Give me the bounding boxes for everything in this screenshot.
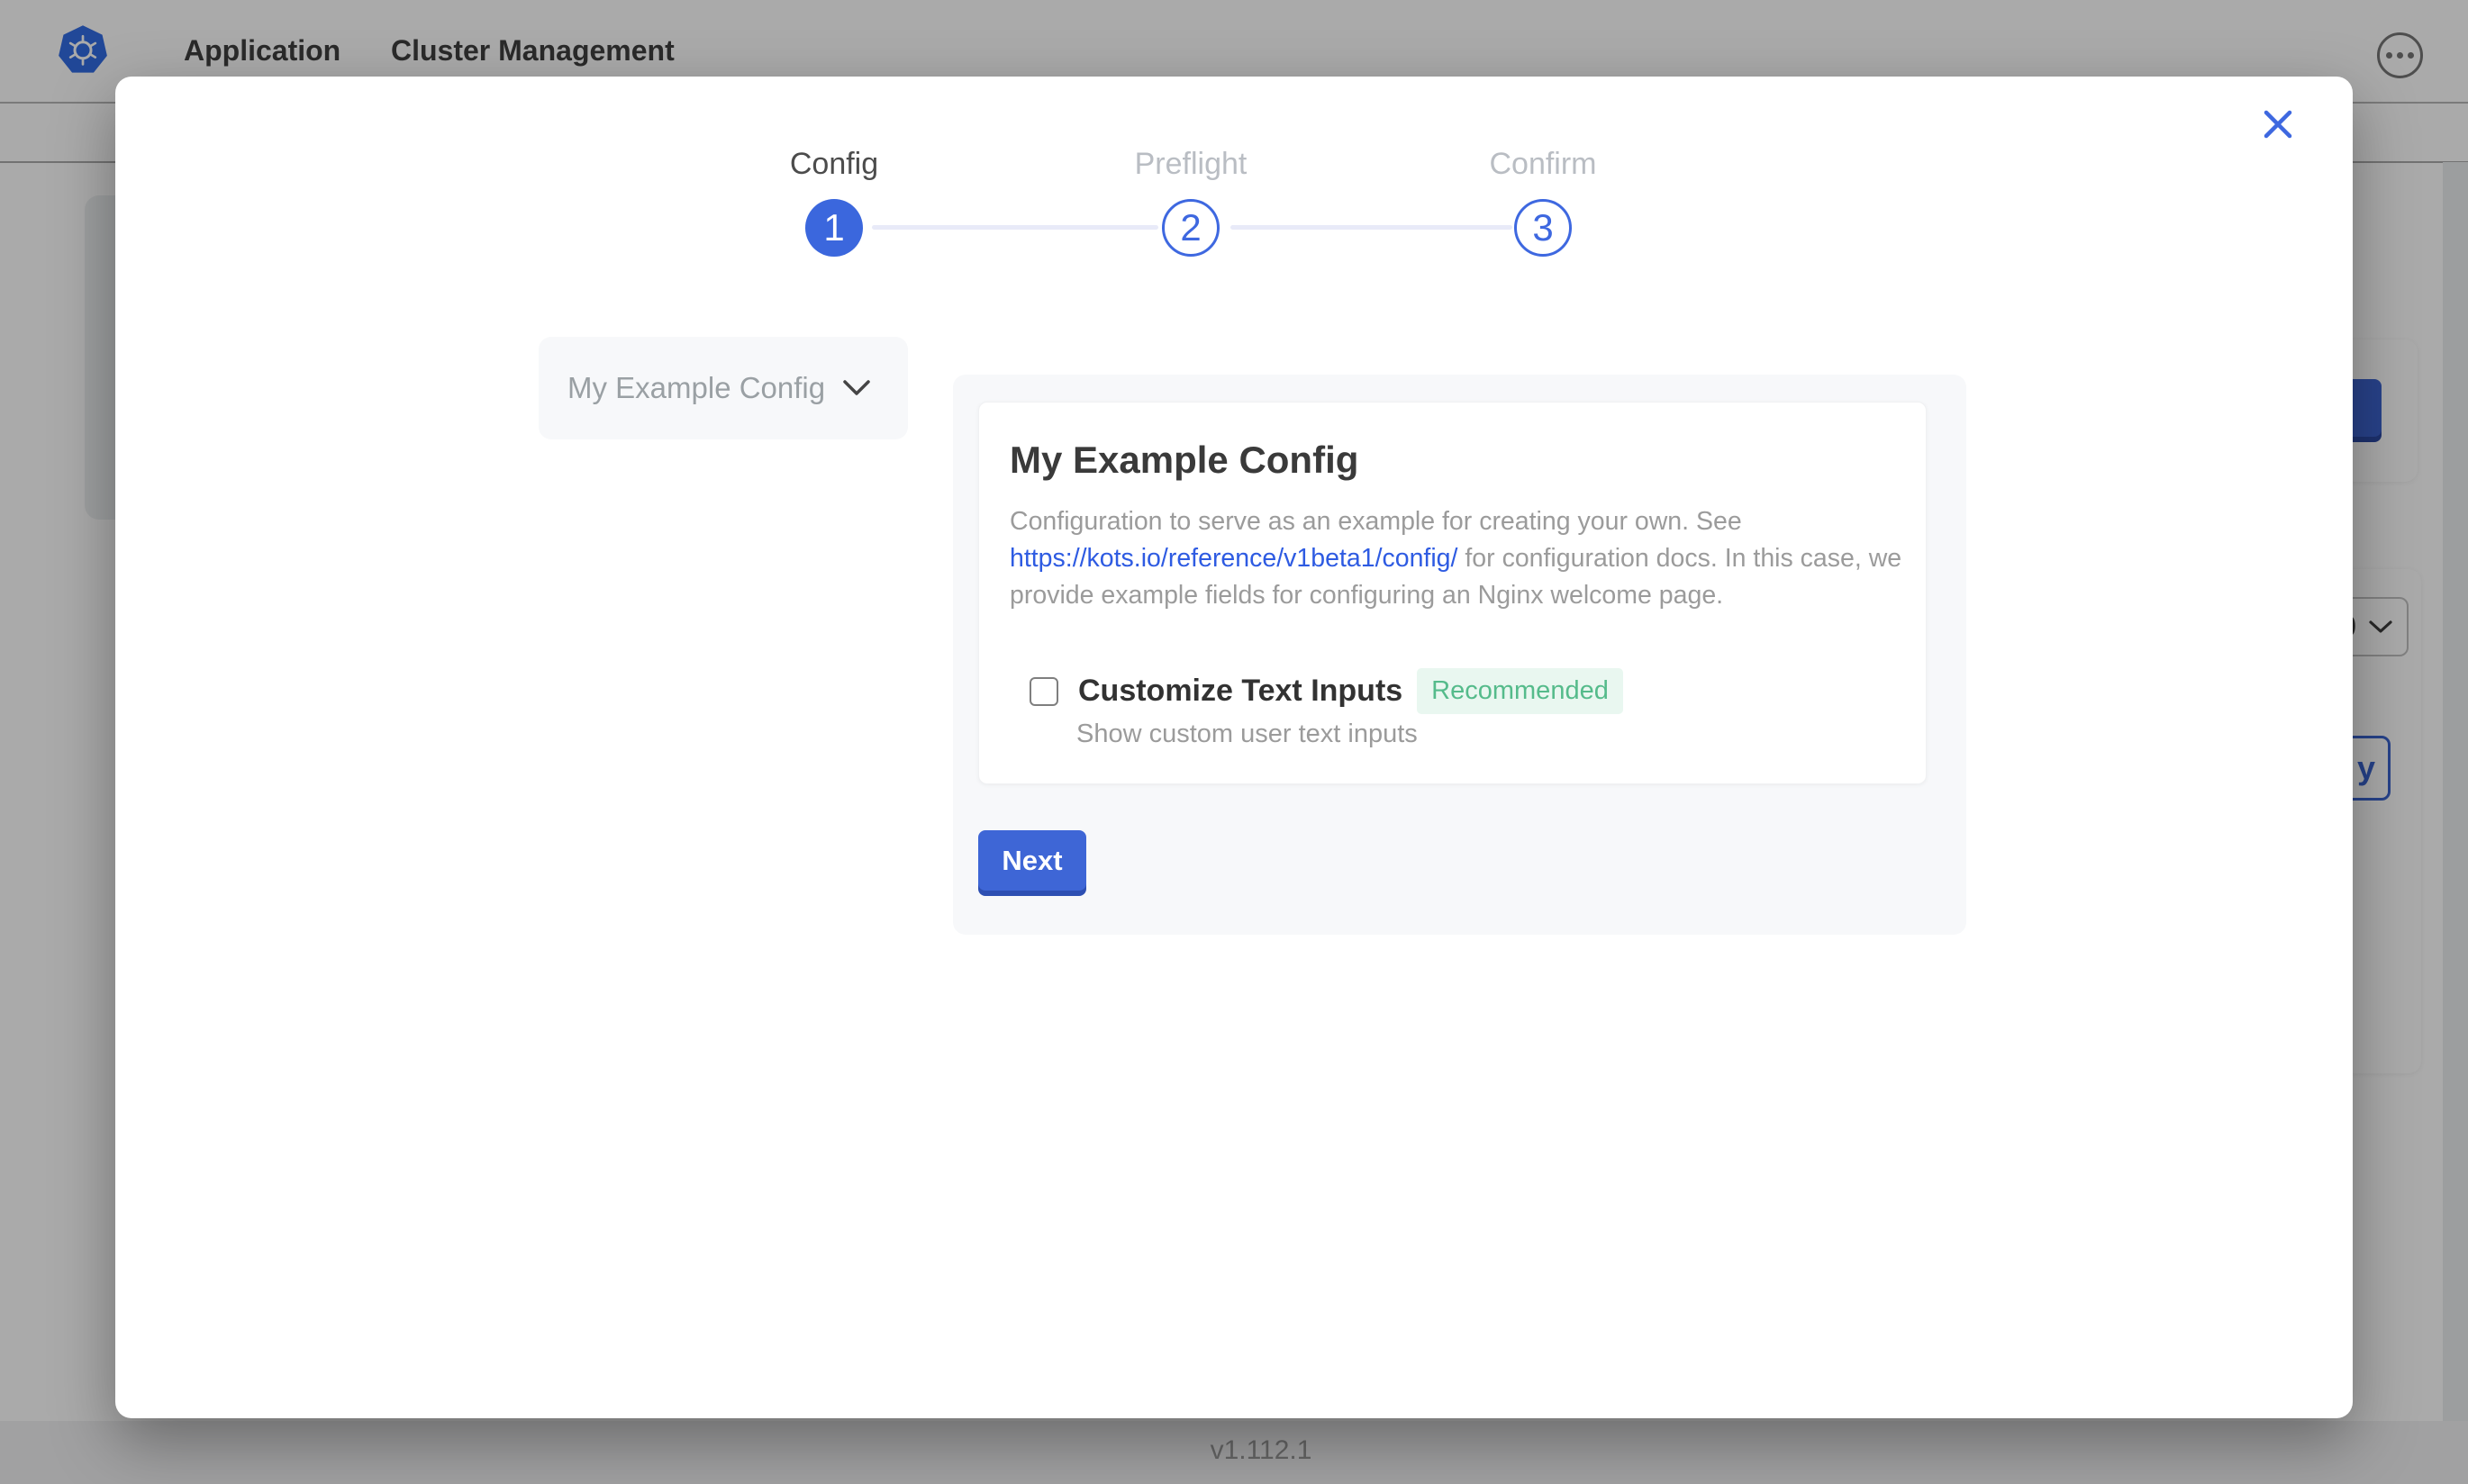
config-group-selector-label: My Example Config xyxy=(567,371,825,405)
step-circle-3: 3 xyxy=(1514,199,1572,257)
config-wizard-modal: Config Preflight Confirm 1 2 3 My Exampl… xyxy=(115,77,2353,1418)
recommended-badge: Recommended xyxy=(1417,668,1623,714)
customize-text-inputs-row: Customize Text Inputs Recommended xyxy=(1030,668,1623,714)
next-button[interactable]: Next xyxy=(978,830,1086,891)
step-label-confirm: Confirm xyxy=(1489,147,1596,182)
config-group-selector[interactable]: My Example Config xyxy=(539,337,908,439)
step-label-config: Config xyxy=(790,147,878,182)
step-connector-2 xyxy=(1230,225,1512,230)
close-icon[interactable] xyxy=(2257,104,2299,145)
config-panel: My Example Config Configuration to serve… xyxy=(953,375,1966,935)
config-docs-link[interactable]: https://kots.io/reference/v1beta1/config… xyxy=(1010,544,1457,573)
description-text: Configuration to serve as an example for… xyxy=(1010,507,1742,536)
checkbox-help-text: Show custom user text inputs xyxy=(1076,719,1418,749)
step-circle-2: 2 xyxy=(1162,199,1220,257)
step-label-preflight: Preflight xyxy=(1135,147,1248,182)
step-connector-1 xyxy=(872,225,1158,230)
config-group-title: My Example Config xyxy=(1010,439,1358,482)
config-group-card: My Example Config Configuration to serve… xyxy=(978,402,1927,784)
chevron-down-icon xyxy=(843,380,870,396)
step-circle-1: 1 xyxy=(805,199,863,257)
kots-admin-console: Application Cluster Management 0 y v1.11… xyxy=(0,0,2468,1484)
customize-text-inputs-checkbox[interactable] xyxy=(1030,677,1058,706)
config-group-description: Configuration to serve as an example for… xyxy=(1010,503,1910,614)
customize-text-inputs-label[interactable]: Customize Text Inputs xyxy=(1078,674,1402,709)
